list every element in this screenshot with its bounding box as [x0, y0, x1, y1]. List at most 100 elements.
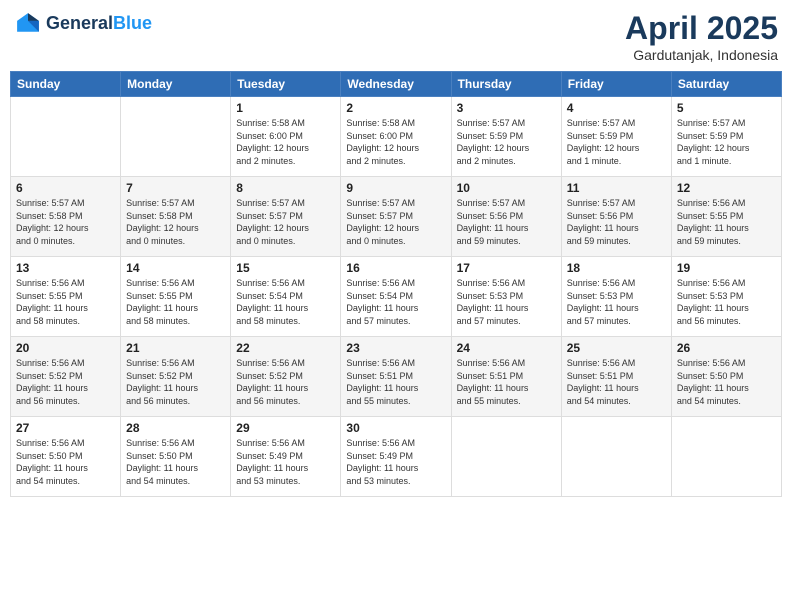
- calendar-cell: 29 Sunrise: 5:56 AM Sunset: 5:49 PM Dayli…: [231, 417, 341, 497]
- cell-info: Sunrise: 5:56 AM Sunset: 5:49 PM Dayligh…: [346, 437, 445, 487]
- calendar-week-3: 13Sunrise: 5:56 AM Sunset: 5:55 PM Dayli…: [11, 257, 782, 337]
- cell-info: Sunrise: 5:57 AM Sunset: 5:57 PM Dayligh…: [346, 197, 445, 247]
- calendar-cell: 6 Sunrise: 5:57 AM Sunset: 5:58 PM Daylig…: [11, 177, 121, 257]
- calendar-cell: 27 Sunrise: 5:56 AM Sunset: 5:50 PM Dayli…: [11, 417, 121, 497]
- day-number: 17: [457, 261, 556, 275]
- calendar-cell: 26 Sunrise: 5:56 AM Sunset: 5:50 PM Dayli…: [671, 337, 781, 417]
- calendar-cell: 28 Sunrise: 5:56 AM Sunset: 5:50 PM Dayli…: [121, 417, 231, 497]
- calendar-cell: [451, 417, 561, 497]
- day-number: 5: [677, 101, 776, 115]
- cell-info: Sunrise: 5:57 AM Sunset: 5:59 PM Dayligh…: [677, 117, 776, 167]
- calendar-cell: 25Sunrise: 5:56 AM Sunset: 5:51 PM Dayli…: [561, 337, 671, 417]
- calendar-cell: 15Sunrise: 5:56 AM Sunset: 5:54 PM Dayli…: [231, 257, 341, 337]
- cell-info: Sunrise: 5:57 AM Sunset: 5:59 PM Dayligh…: [567, 117, 666, 167]
- cell-info: Sunrise: 5:57 AM Sunset: 5:58 PM Dayligh…: [126, 197, 225, 247]
- day-number: 24: [457, 341, 556, 355]
- day-number: 2: [346, 101, 445, 115]
- cell-info: Sunrise: 5:56 AM Sunset: 5:50 PM Dayligh…: [16, 437, 115, 487]
- calendar-cell: 23 Sunrise: 5:56 AM Sunset: 5:51 PM Dayli…: [341, 337, 451, 417]
- cell-info: Sunrise: 5:57 AM Sunset: 5:59 PM Dayligh…: [457, 117, 556, 167]
- calendar-cell: 12 Sunrise: 5:56 AM Sunset: 5:55 PM Dayli…: [671, 177, 781, 257]
- calendar-cell: 9 Sunrise: 5:57 AM Sunset: 5:57 PM Daylig…: [341, 177, 451, 257]
- calendar-cell: [561, 417, 671, 497]
- calendar-cell: 22 Sunrise: 5:56 AM Sunset: 5:52 PM Dayli…: [231, 337, 341, 417]
- day-number: 22: [236, 341, 335, 355]
- calendar-cell: 4 Sunrise: 5:57 AM Sunset: 5:59 PM Daylig…: [561, 97, 671, 177]
- weekday-header-row: SundayMondayTuesdayWednesdayThursdayFrid…: [11, 72, 782, 97]
- cell-info: Sunrise: 5:56 AM Sunset: 5:55 PM Dayligh…: [16, 277, 115, 327]
- cell-info: Sunrise: 5:56 AM Sunset: 5:52 PM Dayligh…: [16, 357, 115, 407]
- day-number: 18: [567, 261, 666, 275]
- cell-info: Sunrise: 5:56 AM Sunset: 5:53 PM Dayligh…: [677, 277, 776, 327]
- weekday-header-saturday: Saturday: [671, 72, 781, 97]
- day-number: 19: [677, 261, 776, 275]
- day-number: 7: [126, 181, 225, 195]
- cell-info: Sunrise: 5:56 AM Sunset: 5:52 PM Dayligh…: [126, 357, 225, 407]
- calendar-cell: [121, 97, 231, 177]
- day-number: 11: [567, 181, 666, 195]
- day-number: 30: [346, 421, 445, 435]
- calendar-cell: 19 Sunrise: 5:56 AM Sunset: 5:53 PM Dayli…: [671, 257, 781, 337]
- day-number: 6: [16, 181, 115, 195]
- cell-info: Sunrise: 5:57 AM Sunset: 5:56 PM Dayligh…: [457, 197, 556, 247]
- day-number: 23: [346, 341, 445, 355]
- cell-info: Sunrise: 5:56 AM Sunset: 5:51 PM Dayligh…: [457, 357, 556, 407]
- day-number: 8: [236, 181, 335, 195]
- calendar-week-5: 27 Sunrise: 5:56 AM Sunset: 5:50 PM Dayli…: [11, 417, 782, 497]
- logo: GeneralBlue: [14, 10, 152, 38]
- day-number: 4: [567, 101, 666, 115]
- day-number: 16: [346, 261, 445, 275]
- weekday-header-friday: Friday: [561, 72, 671, 97]
- cell-info: Sunrise: 5:56 AM Sunset: 5:49 PM Dayligh…: [236, 437, 335, 487]
- day-number: 15: [236, 261, 335, 275]
- day-number: 3: [457, 101, 556, 115]
- day-number: 28: [126, 421, 225, 435]
- cell-info: Sunrise: 5:56 AM Sunset: 5:51 PM Dayligh…: [567, 357, 666, 407]
- day-number: 12: [677, 181, 776, 195]
- cell-info: Sunrise: 5:58 AM Sunset: 6:00 PM Dayligh…: [346, 117, 445, 167]
- calendar-cell: 21Sunrise: 5:56 AM Sunset: 5:52 PM Dayli…: [121, 337, 231, 417]
- cell-info: Sunrise: 5:57 AM Sunset: 5:57 PM Dayligh…: [236, 197, 335, 247]
- day-number: 1: [236, 101, 335, 115]
- month-title: April 2025: [625, 10, 778, 47]
- cell-info: Sunrise: 5:56 AM Sunset: 5:52 PM Dayligh…: [236, 357, 335, 407]
- logo-text: GeneralBlue: [46, 13, 152, 35]
- day-number: 27: [16, 421, 115, 435]
- title-block: April 2025 Gardutanjak, Indonesia: [625, 10, 778, 63]
- calendar-week-4: 20 Sunrise: 5:56 AM Sunset: 5:52 PM Dayli…: [11, 337, 782, 417]
- page-header: GeneralBlue April 2025 Gardutanjak, Indo…: [10, 10, 782, 63]
- day-number: 29: [236, 421, 335, 435]
- day-number: 14: [126, 261, 225, 275]
- weekday-header-tuesday: Tuesday: [231, 72, 341, 97]
- calendar-cell: 13Sunrise: 5:56 AM Sunset: 5:55 PM Dayli…: [11, 257, 121, 337]
- weekday-header-wednesday: Wednesday: [341, 72, 451, 97]
- calendar-cell: 17 Sunrise: 5:56 AM Sunset: 5:53 PM Dayli…: [451, 257, 561, 337]
- calendar-cell: 3 Sunrise: 5:57 AM Sunset: 5:59 PM Daylig…: [451, 97, 561, 177]
- calendar-cell: [671, 417, 781, 497]
- day-number: 10: [457, 181, 556, 195]
- day-number: 26: [677, 341, 776, 355]
- calendar-week-1: 1 Sunrise: 5:58 AM Sunset: 6:00 PM Daylig…: [11, 97, 782, 177]
- cell-info: Sunrise: 5:56 AM Sunset: 5:54 PM Dayligh…: [346, 277, 445, 327]
- calendar-cell: 7 Sunrise: 5:57 AM Sunset: 5:58 PM Daylig…: [121, 177, 231, 257]
- logo-icon: [14, 10, 42, 38]
- calendar-cell: 5 Sunrise: 5:57 AM Sunset: 5:59 PM Daylig…: [671, 97, 781, 177]
- cell-info: Sunrise: 5:56 AM Sunset: 5:53 PM Dayligh…: [457, 277, 556, 327]
- calendar-cell: 1 Sunrise: 5:58 AM Sunset: 6:00 PM Daylig…: [231, 97, 341, 177]
- weekday-header-thursday: Thursday: [451, 72, 561, 97]
- cell-info: Sunrise: 5:56 AM Sunset: 5:53 PM Dayligh…: [567, 277, 666, 327]
- cell-info: Sunrise: 5:57 AM Sunset: 5:58 PM Dayligh…: [16, 197, 115, 247]
- calendar-cell: 14Sunrise: 5:56 AM Sunset: 5:55 PM Dayli…: [121, 257, 231, 337]
- cell-info: Sunrise: 5:56 AM Sunset: 5:50 PM Dayligh…: [126, 437, 225, 487]
- cell-info: Sunrise: 5:58 AM Sunset: 6:00 PM Dayligh…: [236, 117, 335, 167]
- calendar-cell: 18 Sunrise: 5:56 AM Sunset: 5:53 PM Dayli…: [561, 257, 671, 337]
- cell-info: Sunrise: 5:56 AM Sunset: 5:51 PM Dayligh…: [346, 357, 445, 407]
- cell-info: Sunrise: 5:56 AM Sunset: 5:50 PM Dayligh…: [677, 357, 776, 407]
- day-number: 9: [346, 181, 445, 195]
- day-number: 20: [16, 341, 115, 355]
- calendar-cell: 10 Sunrise: 5:57 AM Sunset: 5:56 PM Dayli…: [451, 177, 561, 257]
- calendar-cell: [11, 97, 121, 177]
- cell-info: Sunrise: 5:56 AM Sunset: 5:55 PM Dayligh…: [677, 197, 776, 247]
- cell-info: Sunrise: 5:57 AM Sunset: 5:56 PM Dayligh…: [567, 197, 666, 247]
- weekday-header-monday: Monday: [121, 72, 231, 97]
